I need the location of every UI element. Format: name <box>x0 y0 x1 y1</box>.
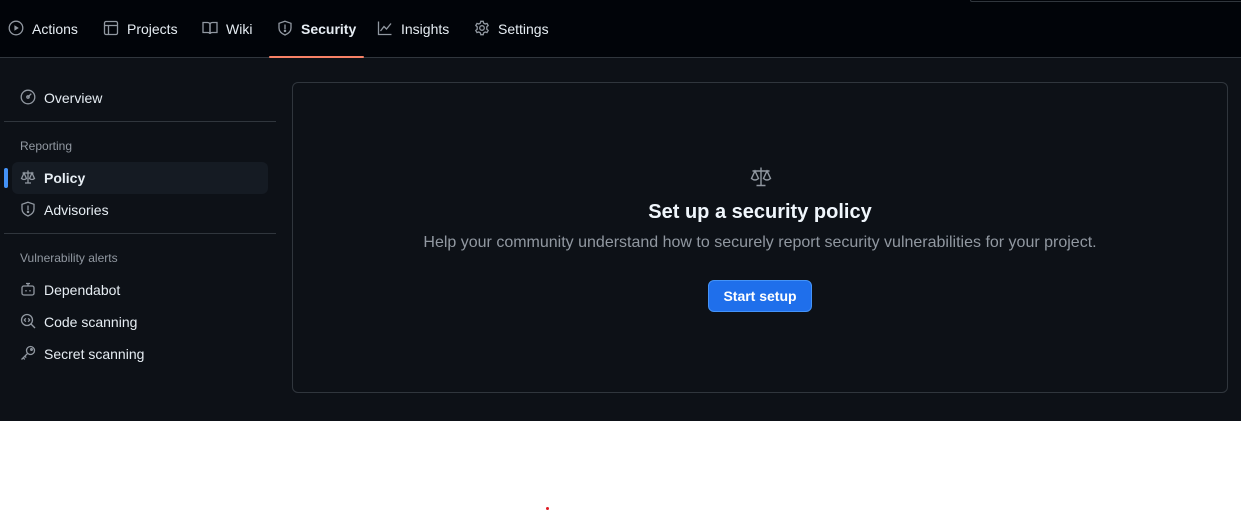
tab-projects[interactable]: Projects <box>103 0 178 58</box>
tab-settings[interactable]: Settings <box>474 0 549 58</box>
tab-security[interactable]: Security <box>268 0 365 58</box>
blankslate-description: Help your community understand how to se… <box>423 234 1097 251</box>
table-icon <box>103 20 119 39</box>
tab-label: Projects <box>127 21 178 37</box>
play-icon <box>8 20 24 39</box>
tab-insights[interactable]: Insights <box>377 0 449 58</box>
sidebar-item-code-scanning[interactable]: Code scanning <box>12 306 268 338</box>
sidebar-item-label: Secret scanning <box>44 346 145 362</box>
book-icon <box>202 20 218 39</box>
sidebar-item-policy[interactable]: Policy <box>4 162 268 194</box>
sidebar-item-advisories[interactable]: Advisories <box>12 194 268 226</box>
sidebar-item-secret-scanning[interactable]: Secret scanning <box>12 338 268 370</box>
tab-wiki[interactable]: Wiki <box>202 0 252 58</box>
law-icon <box>20 169 36 188</box>
tab-label: Insights <box>401 21 450 37</box>
tab-label: Wiki <box>226 21 253 37</box>
shield-icon <box>277 20 293 39</box>
sidebar-item-label: Policy <box>44 170 86 186</box>
sidebar-divider <box>4 233 276 234</box>
law-icon <box>749 165 773 189</box>
tab-label: Actions <box>32 21 78 37</box>
codescan-icon <box>20 313 36 332</box>
sidebar-item-label: Code scanning <box>44 314 138 330</box>
key-icon <box>20 345 36 364</box>
sidebar-heading-reporting: Reporting <box>20 139 73 153</box>
tab-actions[interactable]: Actions <box>8 0 78 58</box>
shield-icon <box>20 201 36 220</box>
app-window: Actions Projects Wiki Security Insights <box>0 0 1241 421</box>
dependabot-icon <box>20 281 36 300</box>
sidebar-item-label: Overview <box>44 90 103 106</box>
start-setup-button[interactable]: Start setup <box>708 280 812 312</box>
sidebar-item-label: Advisories <box>44 202 109 218</box>
sidebar-heading-vulnerability-alerts: Vulnerability alerts <box>20 251 118 265</box>
graph-icon <box>377 20 393 39</box>
repo-tab-nav: Actions Projects Wiki Security Insights <box>0 0 1241 58</box>
meter-icon <box>20 89 36 108</box>
sidebar-item-dependabot[interactable]: Dependabot <box>12 274 268 306</box>
sidebar-item-label: Dependabot <box>44 282 121 298</box>
search-box-edge[interactable] <box>970 0 1241 2</box>
sidebar-item-overview[interactable]: Overview <box>12 82 268 114</box>
stray-red-dot <box>546 507 549 510</box>
security-policy-blankslate: Set up a security policy Help your commu… <box>292 82 1228 393</box>
blankslate-title: Set up a security policy <box>648 201 872 223</box>
tab-label: Security <box>301 21 357 37</box>
gear-icon <box>474 20 490 39</box>
tab-label: Settings <box>498 21 549 37</box>
sidebar-divider <box>4 121 276 122</box>
